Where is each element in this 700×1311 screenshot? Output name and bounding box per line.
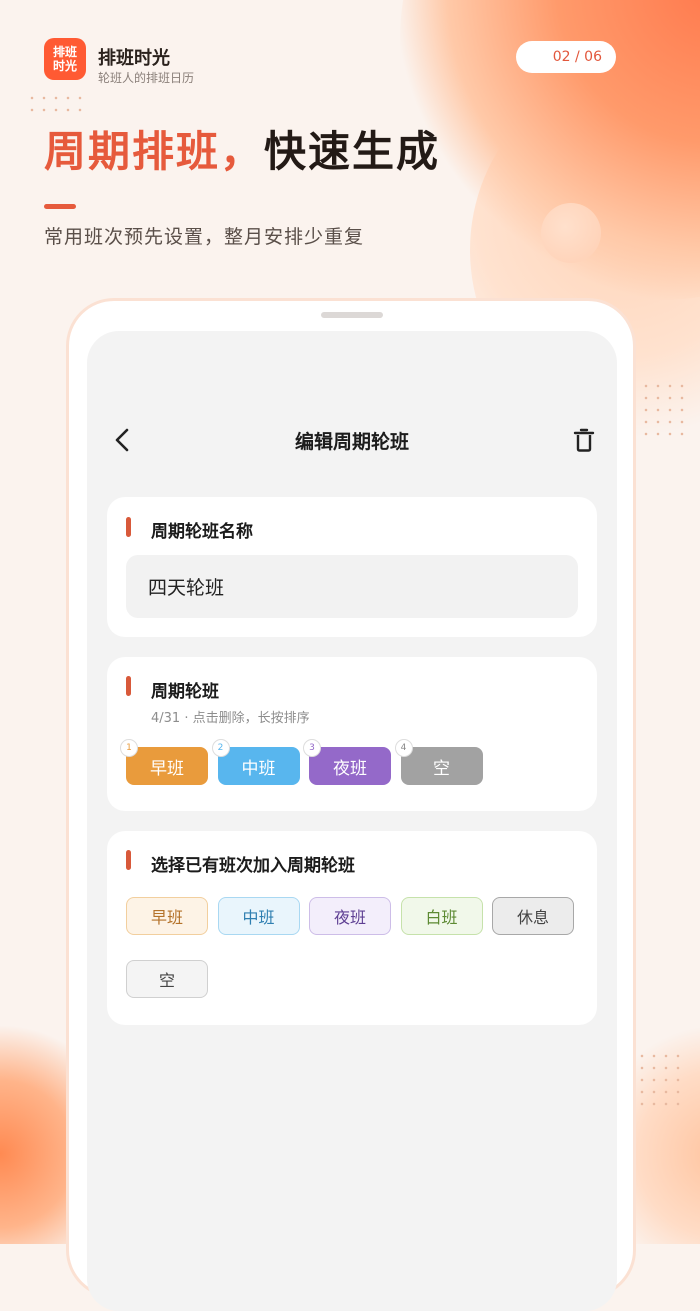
shift-order-badge: 3 bbox=[303, 739, 321, 757]
headline-underline bbox=[44, 204, 76, 209]
shift-label: 空 bbox=[433, 758, 450, 779]
shift-option-chip[interactable]: 空 bbox=[126, 960, 208, 998]
option-label: 休息 bbox=[516, 908, 549, 927]
headline-accent: 周期排班 bbox=[44, 127, 221, 176]
choose-card: 选择已有班次加入周期轮班 早班 中班 夜班 白班 休息空 bbox=[107, 831, 597, 1025]
subheadline: 常用班次预先设置，整月安排少重复 bbox=[44, 226, 365, 248]
headline: 周期排班，快速生成 bbox=[44, 118, 440, 179]
option-label: 夜班 bbox=[333, 908, 366, 927]
phone-mockup: 编辑周期轮班 周期轮班名称 四天轮班 周期轮班 4/31 · 点击删除，长按排序… bbox=[66, 298, 636, 1311]
phone-notch bbox=[321, 312, 383, 318]
section-marker bbox=[126, 517, 131, 537]
shift-option-chip[interactable]: 中班 bbox=[217, 897, 300, 935]
cycle-hint: 4/31 · 点击删除，长按排序 bbox=[151, 711, 310, 726]
nav-title: 编辑周期轮班 bbox=[294, 431, 409, 453]
decor-dots bbox=[640, 380, 684, 444]
cycle-shift-chip[interactable]: 3 夜班 bbox=[303, 739, 391, 785]
cycle-card: 周期轮班 4/31 · 点击删除，长按排序 1 早班 2 中班 3 夜班 4 空 bbox=[107, 657, 597, 811]
name-section-title: 周期轮班名称 bbox=[151, 522, 253, 542]
shift-option-chip[interactable]: 夜班 bbox=[309, 897, 391, 935]
cycle-shift-chip[interactable]: 4空 bbox=[394, 739, 483, 785]
shift-order-badge: 4 bbox=[394, 739, 413, 757]
name-card: 周期轮班名称 四天轮班 bbox=[107, 497, 597, 637]
cycle-shift-chip[interactable]: 2 中班 bbox=[211, 739, 300, 785]
trash-icon bbox=[573, 428, 595, 452]
choose-section-title: 选择已有班次加入周期轮班 bbox=[151, 856, 355, 876]
shift-order-badge: 1 bbox=[120, 739, 138, 757]
shift-option-chip[interactable]: 早班 bbox=[126, 897, 208, 935]
decor-bubble bbox=[541, 203, 601, 263]
section-marker bbox=[126, 850, 131, 870]
option-label: 中班 bbox=[242, 908, 275, 927]
shift-label: 早班 bbox=[150, 758, 184, 779]
section-marker bbox=[126, 676, 131, 696]
headline-rest: 快速生成 bbox=[264, 127, 441, 176]
page-indicator: 02 / 06 bbox=[516, 41, 616, 73]
shift-label: 中班 bbox=[241, 758, 276, 779]
shift-order-badge: 2 bbox=[211, 739, 230, 757]
option-label: 早班 bbox=[150, 908, 183, 927]
app-logo: 排班时光 bbox=[44, 38, 86, 80]
decor-dots bbox=[26, 92, 86, 116]
decor-dots bbox=[636, 1050, 680, 1114]
option-label: 空 bbox=[158, 971, 175, 990]
cycle-shift-chip[interactable]: 1 早班 bbox=[120, 739, 208, 785]
phone-screen: 编辑周期轮班 周期轮班名称 四天轮班 周期轮班 4/31 · 点击删除，长按排序… bbox=[87, 331, 617, 1311]
cycle-section-title: 周期轮班 bbox=[151, 682, 219, 702]
brand-tagline: 轮班人的排班日历 bbox=[98, 71, 195, 85]
cycle-name-input[interactable]: 四天轮班 bbox=[126, 555, 578, 618]
shift-option-chip[interactable]: 休息 bbox=[492, 897, 574, 935]
shift-option-chip[interactable]: 白班 bbox=[400, 897, 483, 935]
logo-text: 排班时光 bbox=[52, 45, 77, 73]
delete-button[interactable] bbox=[569, 425, 599, 455]
headline-comma: ， bbox=[220, 127, 265, 176]
option-label: 白班 bbox=[425, 908, 458, 927]
shift-label: 夜班 bbox=[333, 758, 367, 779]
brand-name: 排班时光 bbox=[98, 48, 170, 69]
